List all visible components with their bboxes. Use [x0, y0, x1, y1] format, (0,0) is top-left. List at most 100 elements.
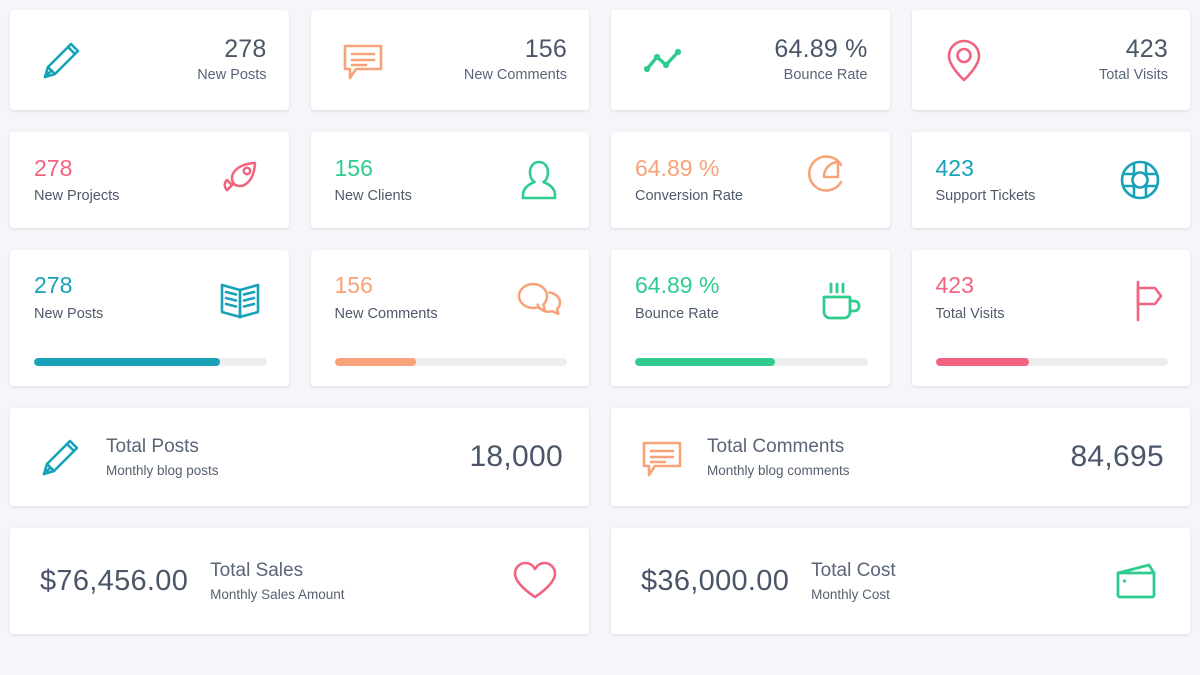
- stat-label: Total Visits: [935, 305, 1005, 322]
- stat-value: 423: [1125, 35, 1168, 64]
- progress-card-top: 278 New Posts: [34, 272, 267, 358]
- pencil-icon: [34, 430, 88, 484]
- stat-label: New Comments: [334, 305, 438, 322]
- progress-card-bounce-rate[interactable]: 64.89 % Bounce Rate: [611, 250, 890, 386]
- summary-text: Total Cost Monthly Cost: [811, 559, 1108, 604]
- progress-bar-fill: [935, 358, 1029, 366]
- summary-card-total-comments[interactable]: Total Comments Monthly blog comments 84,…: [611, 408, 1190, 506]
- progress-card-top: 64.89 % Bounce Rate: [635, 272, 868, 358]
- stat-value: 156: [334, 272, 373, 298]
- progress-bar-track[interactable]: [635, 358, 868, 366]
- stat-value: 156: [524, 35, 567, 64]
- summary-title: Total Comments: [707, 435, 845, 457]
- coffee-cup-icon: [814, 274, 868, 328]
- stat-text: 64.89 % Bounce Rate: [774, 35, 867, 84]
- stat-text: 156 New Comments: [464, 35, 567, 84]
- stat-row-3: 278 New Posts 156 New Comments 64.89 % B…: [10, 250, 1190, 386]
- stat-text: 64.89 % Bounce Rate: [635, 272, 719, 323]
- line-chart-icon: [635, 32, 691, 88]
- stat-value: 278: [224, 35, 267, 64]
- progress-bar-fill: [34, 358, 220, 366]
- stat-label: New Clients: [334, 188, 412, 205]
- summary-subtitle: Monthly Sales Amount: [210, 587, 345, 603]
- stat-card-new-projects[interactable]: 278 New Projects: [10, 132, 289, 228]
- summary-row-1: Total Posts Monthly blog posts 18,000 To…: [10, 408, 1190, 506]
- stat-text: 423 Total Visits: [1099, 35, 1168, 84]
- progress-bar-track[interactable]: [334, 358, 567, 366]
- chat-bubbles-icon: [513, 274, 567, 328]
- dashboard-page: 278 New Posts 156 New Comments 64.89 % B…: [0, 0, 1200, 675]
- summary-subtitle: Monthly blog posts: [106, 463, 219, 479]
- stat-label: Bounce Rate: [635, 305, 719, 322]
- summary-row-2: $76,456.00 Total Sales Monthly Sales Amo…: [10, 528, 1190, 634]
- book-icon: [213, 274, 267, 328]
- stat-text: 156 New Clients: [335, 155, 412, 206]
- signpost-icon: [1114, 274, 1168, 328]
- progress-bar-fill: [334, 358, 416, 366]
- stat-card-new-clients[interactable]: 156 New Clients: [310, 132, 589, 228]
- stat-label: New Posts: [197, 67, 267, 84]
- summary-text: Total Comments Monthly blog comments: [707, 435, 1070, 480]
- summary-subtitle: Monthly blog comments: [707, 463, 850, 479]
- stat-card-new-posts[interactable]: 278 New Posts: [10, 10, 289, 110]
- progress-card-new-comments[interactable]: 156 New Comments: [310, 250, 589, 386]
- summary-value: 18,000: [469, 440, 563, 473]
- summary-subtitle: Monthly Cost: [811, 587, 890, 603]
- stat-label: New Projects: [34, 188, 120, 205]
- progress-bar-fill: [635, 358, 775, 366]
- comment-icon: [335, 32, 391, 88]
- stat-value: 278: [34, 154, 73, 181]
- progress-bar-track[interactable]: [34, 358, 267, 366]
- stat-card-total-visits[interactable]: 423 Total Visits: [911, 10, 1190, 110]
- stat-text: 423 Support Tickets: [936, 155, 1036, 206]
- stat-row-2: 278 New Projects 156 New Clients 64.89 %…: [10, 132, 1190, 228]
- stat-card-new-comments[interactable]: 156 New Comments: [310, 10, 589, 110]
- stat-value: 423: [935, 272, 974, 298]
- stat-value: 423: [935, 154, 974, 181]
- stat-label: Total Visits: [1098, 67, 1168, 84]
- stat-card-bounce-rate[interactable]: 64.89 % Bounce Rate: [611, 10, 890, 110]
- progress-bar-track[interactable]: [935, 358, 1168, 366]
- summary-text: Total Posts Monthly blog posts: [106, 435, 469, 480]
- stat-label: New Posts: [34, 305, 104, 322]
- stat-value: 64.89 %: [635, 154, 720, 181]
- heart-icon: [507, 553, 563, 609]
- stat-value: 156: [334, 154, 373, 181]
- pie-chart-icon: [807, 152, 868, 208]
- stat-text: 278 New Posts: [197, 35, 266, 84]
- stat-row-1: 278 New Posts 156 New Comments 64.89 % B…: [10, 10, 1190, 110]
- pencil-icon: [34, 32, 90, 88]
- stat-label: Bounce Rate: [783, 67, 868, 84]
- user-icon: [511, 152, 567, 208]
- stat-text: 278 New Projects: [34, 155, 119, 206]
- progress-card-top: 423 Total Visits: [936, 272, 1169, 358]
- comment-icon: [635, 430, 689, 484]
- stat-value: 64.89 %: [774, 35, 868, 64]
- progress-card-total-visits[interactable]: 423 Total Visits: [911, 250, 1190, 386]
- stat-label: Conversion Rate: [635, 188, 743, 205]
- lifebuoy-icon: [1112, 152, 1168, 208]
- progress-card-top: 156 New Comments: [335, 272, 568, 358]
- summary-title: Total Posts: [106, 435, 199, 457]
- stat-text: 423 Total Visits: [936, 272, 1005, 323]
- summary-value: 84,695: [1070, 440, 1164, 473]
- map-pin-icon: [936, 32, 992, 88]
- stat-label: Support Tickets: [935, 188, 1036, 205]
- summary-value: $76,456.00: [40, 564, 189, 597]
- stat-text: 278 New Posts: [34, 272, 103, 323]
- stat-value: 64.89 %: [635, 272, 720, 298]
- stat-text: 156 New Comments: [335, 272, 438, 323]
- stat-label: New Comments: [463, 67, 567, 84]
- summary-title: Total Sales: [210, 559, 304, 581]
- stat-value: 278: [34, 272, 73, 298]
- summary-card-total-posts[interactable]: Total Posts Monthly blog posts 18,000: [10, 408, 589, 506]
- stat-card-conversion-rate[interactable]: 64.89 % Conversion Rate: [611, 132, 890, 228]
- stat-card-support-tickets[interactable]: 423 Support Tickets: [911, 132, 1190, 228]
- stat-text: 64.89 % Conversion Rate: [635, 155, 743, 206]
- progress-card-new-posts[interactable]: 278 New Posts: [10, 250, 289, 386]
- rocket-icon: [211, 152, 267, 208]
- summary-card-total-sales[interactable]: $76,456.00 Total Sales Monthly Sales Amo…: [10, 528, 589, 634]
- summary-card-total-cost[interactable]: $36,000.00 Total Cost Monthly Cost: [611, 528, 1190, 634]
- summary-title: Total Cost: [811, 559, 896, 581]
- summary-text: Total Sales Monthly Sales Amount: [210, 559, 507, 604]
